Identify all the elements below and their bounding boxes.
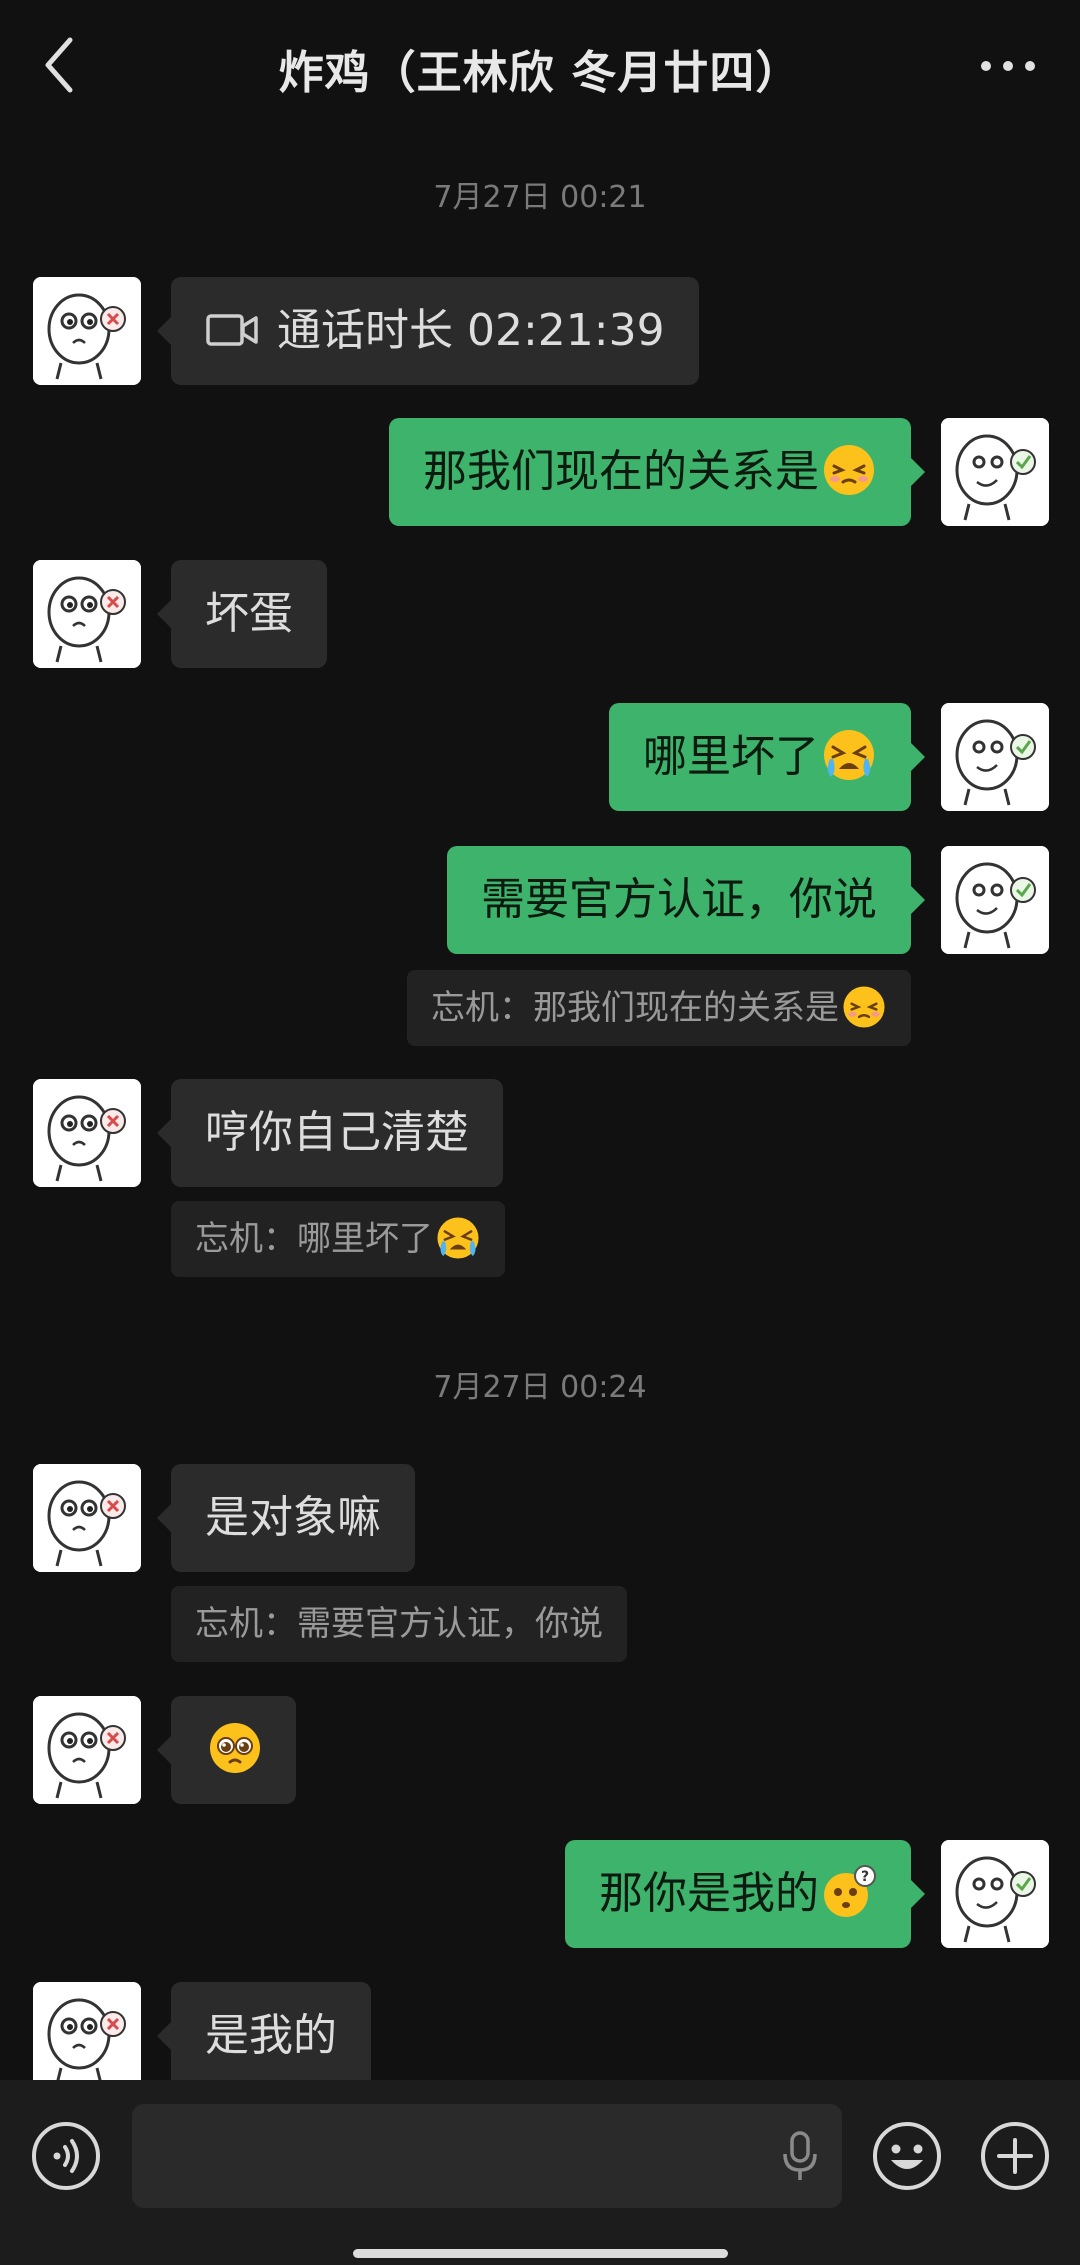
mic-button[interactable]	[780, 2130, 820, 2182]
call-record-bubble[interactable]: 通话时长 02:21:39	[157, 277, 699, 385]
mic-icon	[783, 2131, 817, 2180]
contact-avatar[interactable]	[33, 1982, 141, 2080]
message-bubble-outgoing[interactable]: 哪里坏了	[609, 703, 925, 811]
plus-icon	[981, 2122, 1049, 2190]
contact-avatar[interactable]	[33, 277, 141, 385]
svg-text:?: ?	[861, 1869, 869, 1885]
back-arrow-icon	[45, 37, 73, 93]
timestamp: 7月27日 00:21	[433, 180, 647, 215]
contact-avatar[interactable]	[33, 1696, 141, 1804]
message-text: 哼你自己清楚	[205, 1107, 469, 1158]
message-list[interactable]: 7月27日 00:21 通话时长 02:21:39 那我们现在的关系是 坏蛋 哪…	[0, 130, 1080, 2080]
message-bubble-outgoing[interactable]: 那我们现在的关系是	[389, 418, 925, 526]
back-button[interactable]	[40, 30, 80, 100]
voice-button[interactable]	[30, 2120, 102, 2192]
crying-emoji-icon	[821, 727, 877, 783]
contact-avatar[interactable]	[33, 560, 141, 668]
plus-button[interactable]	[979, 2120, 1051, 2192]
message-text: 哪里坏了	[643, 731, 819, 782]
quoted-message[interactable]: 忘机：需要官方认证，你说	[171, 1586, 627, 1662]
message-bubble-outgoing[interactable]: 需要官方认证，你说	[447, 846, 925, 954]
message-bubble-incoming[interactable]: 是对象嘛	[157, 1464, 415, 1572]
video-call-icon	[205, 310, 259, 350]
message-bubble-incoming[interactable]: 是我的	[157, 1982, 371, 2080]
input-bar	[0, 2080, 1080, 2265]
smiley-icon	[873, 2122, 941, 2190]
contact-avatar[interactable]	[33, 1079, 141, 1187]
my-avatar[interactable]	[941, 1840, 1049, 1948]
my-avatar[interactable]	[941, 418, 1049, 526]
sleepy-emoji-icon	[821, 442, 877, 498]
quoted-message[interactable]: 忘机：那我们现在的关系是	[407, 970, 911, 1046]
my-avatar[interactable]	[941, 703, 1049, 811]
more-icon	[981, 61, 1035, 71]
call-duration-text: 通话时长 02:21:39	[277, 305, 665, 356]
message-text: 需要官方认证，你说	[481, 874, 877, 925]
emoji-button[interactable]	[871, 2120, 943, 2192]
chat-header: 炸鸡（王林欣 冬月廿四）	[0, 0, 1080, 130]
message-input[interactable]	[132, 2104, 842, 2208]
quoted-message[interactable]: 忘机：哪里坏了	[171, 1201, 505, 1277]
thinking-emoji-icon: ?	[821, 1864, 877, 1920]
message-bubble-incoming[interactable]: 哼你自己清楚	[157, 1079, 503, 1187]
home-indicator[interactable]	[353, 2249, 728, 2258]
message-text: 坏蛋	[205, 588, 293, 639]
my-avatar[interactable]	[941, 846, 1049, 954]
more-button[interactable]	[976, 48, 1040, 84]
voice-icon	[32, 2122, 100, 2190]
message-text: 那你是我的	[599, 1868, 819, 1919]
pleading-emoji-icon	[207, 1720, 263, 1776]
message-bubble-outgoing[interactable]: 那你是我的?	[565, 1840, 925, 1948]
message-text: 是我的	[205, 2010, 337, 2061]
sleepy-emoji-icon	[841, 984, 887, 1030]
quote-text: 忘机：哪里坏了	[195, 1219, 433, 1259]
crying-emoji-icon	[435, 1215, 481, 1261]
chat-title: 炸鸡（王林欣 冬月廿四）	[278, 46, 802, 99]
message-text: 那我们现在的关系是	[423, 446, 819, 497]
message-bubble-incoming[interactable]	[157, 1696, 296, 1804]
timestamp: 7月27日 00:24	[433, 1370, 647, 1405]
quote-text: 忘机：那我们现在的关系是	[431, 988, 839, 1028]
message-text: 是对象嘛	[205, 1492, 381, 1543]
quote-text: 忘机：需要官方认证，你说	[195, 1604, 603, 1644]
message-bubble-incoming[interactable]: 坏蛋	[157, 560, 327, 668]
contact-avatar[interactable]	[33, 1464, 141, 1572]
